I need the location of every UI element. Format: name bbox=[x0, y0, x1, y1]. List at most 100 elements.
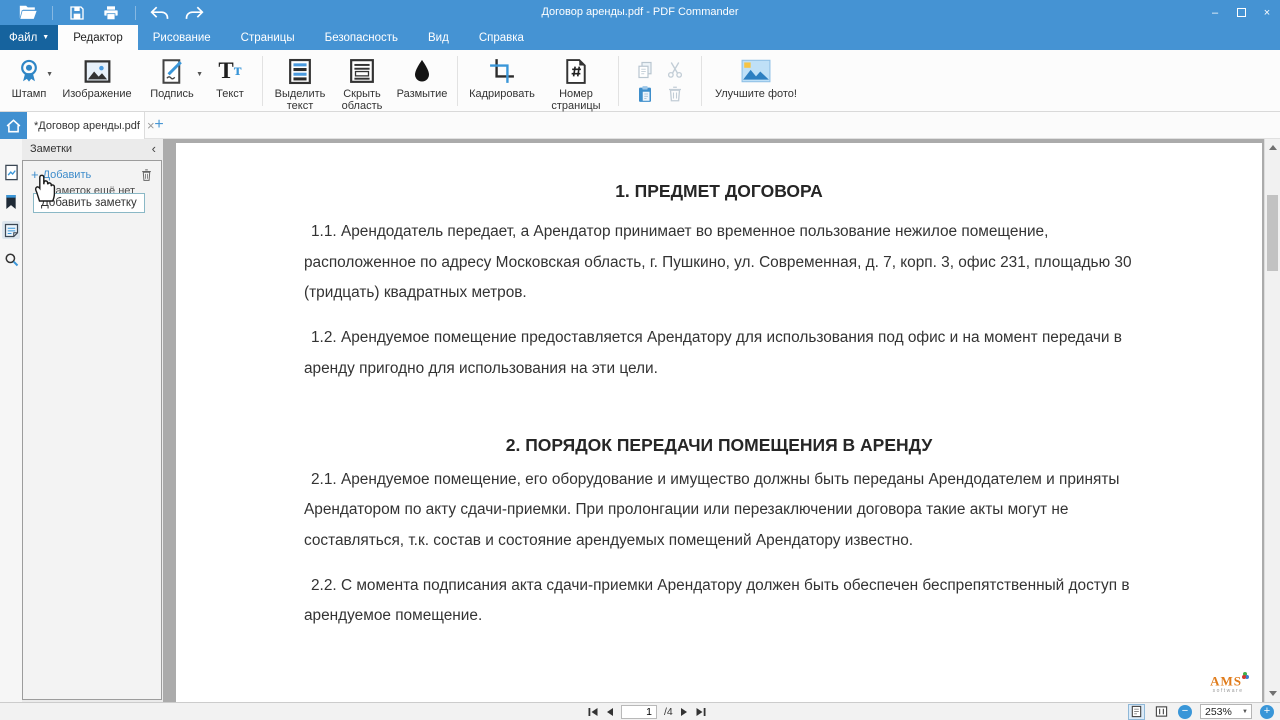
page-number-button[interactable]: Номер страницы bbox=[540, 54, 612, 112]
print-icon[interactable] bbox=[101, 4, 121, 22]
save-icon[interactable] bbox=[67, 4, 87, 22]
delete-icon[interactable] bbox=[665, 84, 685, 104]
menu-tab-pages[interactable]: Страницы bbox=[226, 25, 310, 50]
page-number-icon bbox=[564, 56, 588, 86]
menubar: Файл ▼ Редактор Рисование Страницы Безоп… bbox=[0, 25, 1280, 50]
menu-tab-security[interactable]: Безопасность bbox=[310, 25, 413, 50]
document-heading: 2. ПОРЯДОК ПЕРЕДАЧИ ПОМЕЩЕНИЯ В АРЕНДУ bbox=[304, 433, 1134, 457]
document-paragraph: 1.1. Арендодатель передает, а Арендатор … bbox=[304, 217, 1134, 309]
editor-toolbar: Штамп ▼ Изображение Подпись ▼ Tт Текст bbox=[0, 50, 1280, 112]
minimize-button[interactable]: – bbox=[1202, 0, 1228, 25]
home-button[interactable] bbox=[0, 112, 27, 139]
titlebar-divider bbox=[135, 6, 136, 20]
scroll-down-icon[interactable] bbox=[1269, 691, 1277, 696]
last-page-button[interactable] bbox=[696, 707, 706, 717]
collapse-panel-icon[interactable]: ‹ bbox=[152, 141, 156, 156]
hand-cursor bbox=[30, 171, 56, 208]
cut-icon[interactable] bbox=[665, 60, 685, 80]
pdf-page[interactable]: 1. ПРЕДМЕТ ДОГОВОРА 1.1. Арендодатель пе… bbox=[176, 143, 1262, 702]
chevron-down-icon: ▼ bbox=[1242, 709, 1251, 715]
blur-button[interactable]: Размытие bbox=[393, 54, 451, 101]
text-button[interactable]: Tт Текст bbox=[204, 54, 256, 101]
close-icon: × bbox=[1264, 7, 1270, 19]
toolbar-separator bbox=[618, 56, 619, 106]
open-file-icon[interactable] bbox=[18, 4, 38, 22]
page-number-input[interactable] bbox=[621, 705, 657, 719]
zoom-in-button[interactable]: + bbox=[1260, 705, 1274, 719]
signature-icon bbox=[160, 56, 185, 86]
statusbar: /4 − 253% ▼ + bbox=[0, 702, 1280, 720]
undo-icon[interactable] bbox=[150, 4, 170, 22]
enhance-photo-icon bbox=[741, 56, 771, 86]
copy-icon[interactable] bbox=[635, 60, 655, 80]
previous-page-button[interactable] bbox=[605, 707, 614, 717]
document-tabbar: *Договор аренды.pdf × + bbox=[0, 112, 1280, 139]
watermark-pinwheel-icon bbox=[1242, 675, 1246, 679]
new-tab-button[interactable]: + bbox=[150, 116, 168, 134]
document-area: 1. ПРЕДМЕТ ДОГОВОРА 1.1. Арендодатель пе… bbox=[163, 139, 1280, 702]
highlight-text-button[interactable]: Выделить текст bbox=[269, 54, 331, 112]
scrollbar-thumb[interactable] bbox=[1267, 195, 1278, 271]
document-tab-label: *Договор аренды.pdf bbox=[34, 120, 140, 132]
ams-watermark: AMS software bbox=[1210, 675, 1246, 696]
insert-image-button[interactable]: Изображение bbox=[54, 54, 140, 101]
vertical-scrollbar[interactable] bbox=[1264, 139, 1280, 702]
first-page-button[interactable] bbox=[588, 707, 598, 717]
toolbar-separator bbox=[701, 56, 702, 106]
clipboard-group bbox=[627, 60, 693, 104]
zoom-controls: − 253% ▼ + bbox=[1128, 703, 1274, 720]
chevron-down-icon[interactable]: ▼ bbox=[196, 71, 203, 78]
image-icon bbox=[84, 56, 111, 86]
notes-list-box: + Добавить Заметок ещё нет Добавить заме… bbox=[22, 160, 162, 700]
pdf-commander-window: Договор аренды.pdf - PDF Commander – × Ф… bbox=[0, 0, 1280, 720]
text-icon: Tт bbox=[218, 56, 241, 86]
maximize-icon bbox=[1237, 8, 1246, 17]
menu-tab-view[interactable]: Вид bbox=[413, 25, 464, 50]
document-paragraph: 2.1. Арендуемое помещение, его оборудова… bbox=[304, 465, 1134, 557]
blur-drop-icon bbox=[410, 56, 434, 86]
search-icon[interactable] bbox=[2, 250, 20, 268]
sidebar-icon-strip bbox=[0, 139, 22, 702]
zoom-level-select[interactable]: 253% ▼ bbox=[1200, 704, 1252, 719]
minimize-icon: – bbox=[1212, 7, 1218, 19]
document-paragraph: 1.2. Арендуемое помещение предоставляетс… bbox=[304, 323, 1134, 384]
thumbnails-panel-icon[interactable] bbox=[2, 163, 20, 181]
menu-tab-help[interactable]: Справка bbox=[464, 25, 539, 50]
hide-area-icon bbox=[349, 56, 375, 86]
chevron-down-icon[interactable]: ▼ bbox=[46, 71, 53, 78]
fit-page-button[interactable] bbox=[1128, 704, 1145, 720]
paste-icon[interactable] bbox=[635, 84, 655, 104]
menu-tab-drawing[interactable]: Рисование bbox=[138, 25, 226, 50]
signature-button[interactable]: Подпись ▼ bbox=[140, 54, 204, 101]
document-tab[interactable]: *Договор аренды.pdf × bbox=[27, 112, 145, 139]
fit-width-button[interactable] bbox=[1153, 704, 1170, 720]
bookmarks-panel-icon[interactable] bbox=[2, 193, 20, 211]
highlight-text-icon bbox=[288, 56, 312, 86]
window-controls: – × bbox=[1202, 0, 1280, 25]
file-menu-button[interactable]: Файл ▼ bbox=[0, 25, 58, 50]
menu-tab-editor[interactable]: Редактор bbox=[58, 25, 138, 50]
notes-panel: Заметки ‹ + Добавить Заметок ещё нет Доб… bbox=[22, 139, 163, 702]
notes-panel-header: Заметки ‹ bbox=[22, 139, 163, 160]
notes-panel-title: Заметки bbox=[30, 143, 72, 155]
page-total-label: /4 bbox=[664, 706, 673, 718]
stamp-icon bbox=[16, 56, 42, 86]
redo-icon[interactable] bbox=[184, 4, 204, 22]
home-icon bbox=[5, 118, 22, 134]
maximize-button[interactable] bbox=[1228, 0, 1254, 25]
notes-panel-icon[interactable] bbox=[2, 221, 20, 239]
enhance-photo-button[interactable]: Улучшите фото! bbox=[708, 54, 804, 101]
page-navigation: /4 bbox=[588, 703, 706, 720]
hide-area-button[interactable]: Скрыть область bbox=[331, 54, 393, 112]
titlebar: Договор аренды.pdf - PDF Commander – × bbox=[0, 0, 1280, 25]
close-button[interactable]: × bbox=[1254, 0, 1280, 25]
zoom-out-button[interactable]: − bbox=[1178, 705, 1192, 719]
document-heading: 1. ПРЕДМЕТ ДОГОВОРА bbox=[304, 179, 1134, 203]
titlebar-quick-actions bbox=[0, 0, 204, 25]
titlebar-divider bbox=[52, 6, 53, 20]
stamp-button[interactable]: Штамп ▼ bbox=[4, 54, 54, 101]
chevron-down-icon: ▼ bbox=[42, 34, 49, 41]
crop-button[interactable]: Кадрировать bbox=[464, 54, 540, 101]
scroll-up-icon[interactable] bbox=[1269, 145, 1277, 150]
next-page-button[interactable] bbox=[680, 707, 689, 717]
